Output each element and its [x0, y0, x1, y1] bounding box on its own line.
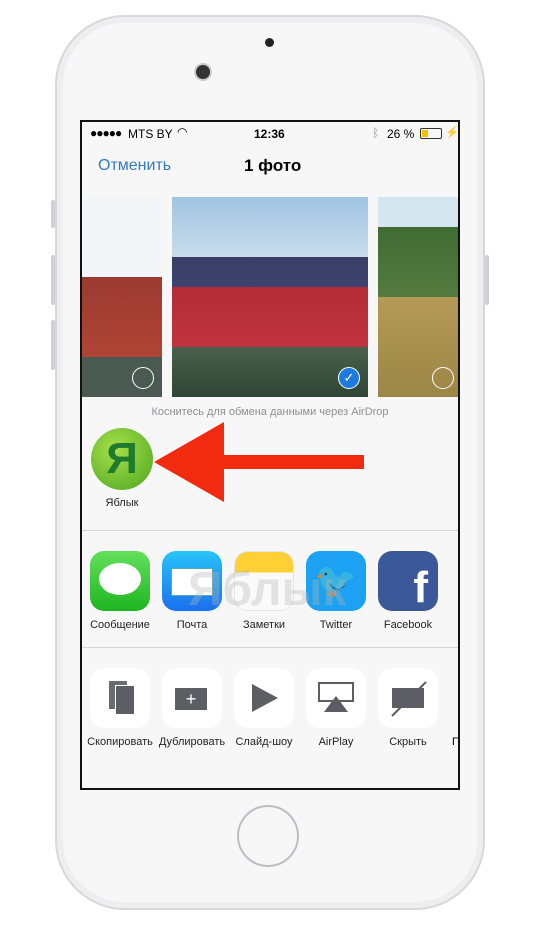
volume-up: [51, 255, 55, 305]
front-camera: [194, 63, 212, 81]
clock: 12:36: [254, 127, 285, 141]
mute-switch: [51, 200, 55, 228]
checkmark-icon[interactable]: ✓: [338, 367, 360, 389]
power-button: [485, 255, 489, 305]
hide-action-button[interactable]: [378, 668, 438, 728]
battery-icon: [420, 128, 442, 139]
messages-app-icon[interactable]: [90, 551, 150, 611]
action-label: Дублировать: [158, 736, 226, 748]
app-label: Twitter: [319, 619, 353, 631]
select-circle-icon[interactable]: [132, 367, 154, 389]
bluetooth-icon: ᛒ: [372, 126, 380, 140]
share-sheet-screen: ●●●●● MTS BY ◠ 12:36 ᛒ 26 % ⚡ Отменить 1…: [80, 120, 460, 790]
airdrop-caption: Коснитесь для обмена данными через AirDr…: [151, 406, 389, 418]
nav-bar: Отменить 1 фото: [82, 144, 458, 192]
photo-thumbnail-selected[interactable]: ✓: [172, 197, 368, 397]
app-label: Почта: [176, 619, 208, 631]
signal-icon: ●●●●●: [90, 126, 122, 140]
action-label: Слайд-шоу: [235, 736, 293, 748]
facebook-app-icon[interactable]: f: [378, 551, 438, 611]
app-label: Заметки: [242, 619, 286, 631]
carrier: MTS BY: [128, 127, 173, 141]
divider: [82, 530, 458, 531]
battery-percent: 26 %: [387, 127, 415, 141]
charging-icon: ⚡: [445, 127, 459, 139]
select-circle-icon[interactable]: [432, 367, 454, 389]
action-label: Скопировать: [87, 736, 153, 748]
photo-thumbnail[interactable]: [82, 197, 162, 397]
watermark: Яблык: [188, 563, 347, 616]
app-label: Facebook: [383, 619, 433, 631]
action-label: П: [452, 736, 460, 748]
red-arrow-annotation: [154, 422, 364, 502]
divider: [82, 647, 458, 648]
copy-action-button[interactable]: [90, 668, 150, 728]
speaker-dot: [265, 38, 274, 47]
status-bar: ●●●●● MTS BY ◠ 12:36 ᛒ 26 % ⚡: [82, 122, 458, 144]
home-button[interactable]: [237, 805, 299, 867]
action-label: Скрыть: [389, 736, 427, 748]
wifi-icon: ◠: [177, 125, 188, 139]
volume-down: [51, 320, 55, 370]
airplay-action-button[interactable]: [306, 668, 366, 728]
action-label: AirPlay: [318, 736, 354, 748]
page-title: 1 фото: [244, 156, 302, 175]
cancel-button[interactable]: Отменить: [98, 157, 171, 175]
airdrop-contact-avatar[interactable]: Я: [91, 428, 153, 490]
airdrop-contact-name: Яблык: [105, 497, 139, 509]
photo-thumbnail[interactable]: [378, 197, 458, 397]
app-label: Сообщение: [90, 619, 150, 631]
slideshow-action-button[interactable]: [234, 668, 294, 728]
duplicate-action-button[interactable]: +: [162, 668, 222, 728]
